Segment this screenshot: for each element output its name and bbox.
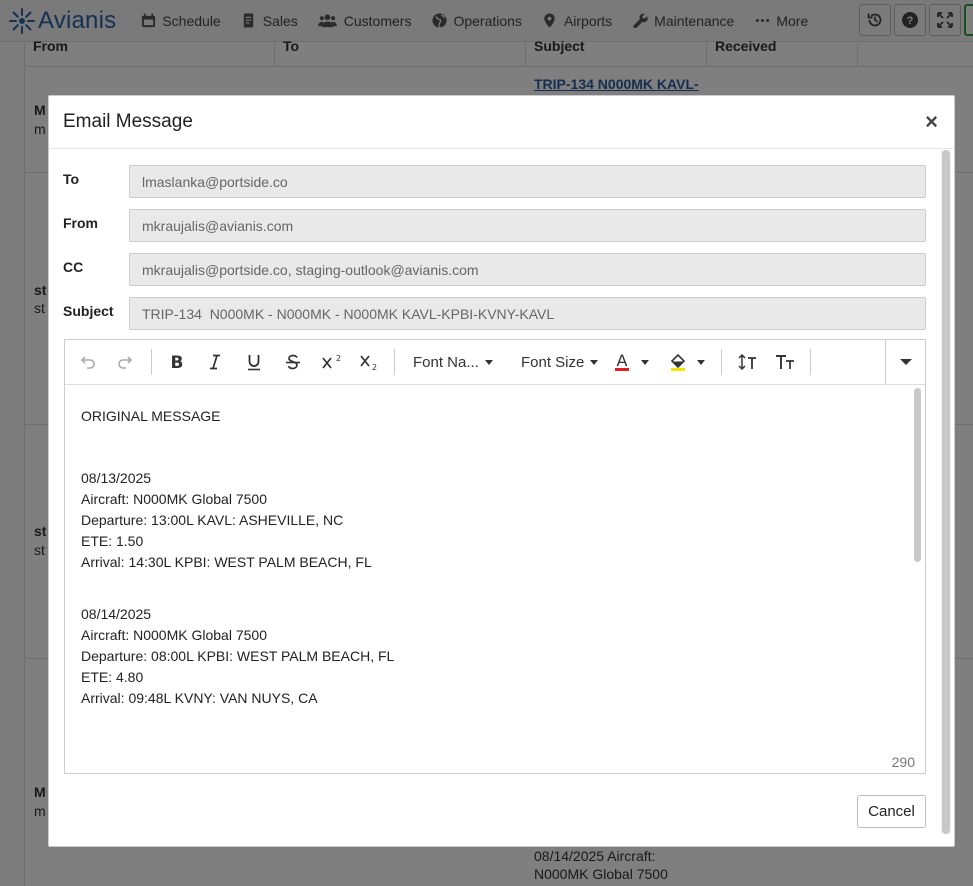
paint-bucket-icon (670, 353, 686, 371)
leg-departure: Departure: 13:00L KAVL: ASHEVILLE, NC (81, 512, 344, 528)
editor-scrollbar-thumb[interactable] (914, 388, 921, 562)
leg-ete: ETE: 4.80 (81, 669, 144, 685)
bold-icon: B (171, 353, 184, 371)
chevron-down-icon[interactable] (697, 359, 705, 365)
svg-text:2: 2 (372, 363, 377, 371)
leg-arrival: Arrival: 09:48L KVNY: VAN NUYS, CA (81, 690, 318, 706)
chevron-down-icon (590, 359, 599, 365)
dialog-scrollbar[interactable] (941, 150, 951, 834)
from-field[interactable] (129, 209, 926, 242)
undo-button[interactable] (67, 342, 107, 382)
from-label: From (63, 215, 98, 231)
email-message-dialog: Email Message × To From CC Subject B (48, 95, 955, 847)
leg-date: 08/14/2025 (81, 606, 152, 622)
bold-button[interactable]: B (158, 342, 196, 382)
cc-field-row: CC (63, 253, 926, 286)
superscript-button[interactable]: 2 (312, 342, 350, 382)
close-icon[interactable]: × (925, 111, 938, 133)
font-size-dropdown[interactable]: Font Size (509, 342, 603, 382)
leg-departure: Departure: 08:00L KPBI: WEST PALM BEACH,… (81, 648, 395, 664)
to-label: To (63, 171, 80, 187)
editor-scrollbar[interactable] (914, 388, 922, 733)
undo-icon (80, 356, 95, 369)
leg-arrival: Arrival: 14:30L KPBI: WEST PALM BEACH, F… (81, 554, 372, 570)
toolbar-more-button[interactable] (885, 340, 925, 384)
message-body[interactable]: ORIGINAL MESSAGE 08/13/2025 Aircraft: N0… (65, 386, 913, 731)
toolbar-separator (721, 349, 722, 375)
cc-label: CC (63, 259, 84, 275)
chevron-down-icon (484, 359, 493, 365)
font-case-button[interactable] (766, 342, 804, 382)
to-field[interactable] (129, 165, 926, 198)
text-height-icon (738, 353, 756, 371)
message-heading: ORIGINAL MESSAGE (81, 408, 221, 424)
font-name-value: Font Na... (413, 353, 479, 371)
svg-text:2: 2 (336, 354, 341, 363)
italic-icon (210, 354, 220, 370)
line-height-button[interactable] (728, 342, 766, 382)
toolbar-separator (810, 349, 811, 375)
font-name-dropdown[interactable]: Font Na... (401, 342, 509, 382)
to-field-row: To (63, 165, 926, 198)
dialog-scrollbar-thumb[interactable] (942, 150, 950, 834)
strikethrough-button[interactable] (274, 342, 312, 382)
message-editor: B 2 2 Font Na... Font Size A ORIGINAL ME… (64, 339, 926, 774)
font-case-icon (776, 355, 794, 369)
leg-aircraft: Aircraft: N000MK Global 7500 (81, 491, 267, 507)
subscript-icon: 2 (360, 355, 377, 371)
leg-aircraft: Aircraft: N000MK Global 7500 (81, 627, 267, 643)
superscript-icon: 2 (322, 354, 341, 369)
highlight-color-button[interactable] (659, 342, 715, 382)
subject-label: Subject (63, 303, 114, 319)
cc-field[interactable] (129, 253, 926, 286)
italic-button[interactable] (196, 342, 234, 382)
dialog-title: Email Message (63, 111, 193, 132)
editor-toolbar: B 2 2 Font Na... Font Size A (65, 340, 925, 385)
underline-button[interactable] (234, 342, 274, 382)
svg-text:A: A (617, 352, 628, 370)
underline-icon (248, 355, 260, 371)
from-field-row: From (63, 209, 926, 242)
font-size-value: Font Size (521, 353, 585, 371)
dialog-header: Email Message (49, 96, 954, 149)
leg-ete: ETE: 1.50 (81, 533, 144, 549)
svg-text:B: B (171, 353, 184, 371)
strikethrough-icon (286, 354, 300, 370)
toolbar-separator (394, 349, 395, 375)
redo-button[interactable] (107, 342, 145, 382)
text-color-button[interactable]: A (603, 342, 659, 382)
text-color-icon: A (615, 352, 629, 371)
subject-field[interactable] (129, 297, 926, 330)
chevron-down-icon (899, 359, 912, 365)
chevron-down-icon[interactable] (641, 359, 649, 365)
character-count: 290 (891, 754, 915, 770)
redo-icon (118, 356, 133, 369)
cancel-button[interactable]: Cancel (857, 795, 926, 828)
subject-field-row: Subject (63, 297, 926, 330)
toolbar-separator (151, 349, 152, 375)
subscript-button[interactable]: 2 (350, 342, 388, 382)
leg-date: 08/13/2025 (81, 470, 152, 486)
